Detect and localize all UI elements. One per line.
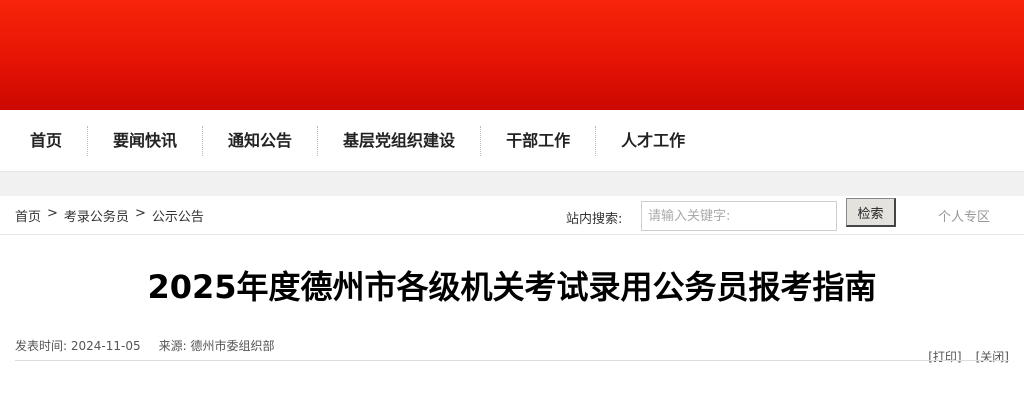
nav-item-home[interactable]: 首页 <box>0 110 87 172</box>
publish-date: 2024-11-05 <box>70 339 141 353</box>
breadcrumb-civil-servant-link[interactable]: 考录公务员 <box>64 206 129 225</box>
personal-area-link[interactable]: 个人专区 <box>938 206 990 225</box>
nav-item-party-building[interactable]: 基层党组织建设 <box>318 110 480 172</box>
breadcrumb-separator: > <box>47 206 58 221</box>
location-bar: 首页 > 考录公务员 > 公示公告 站内搜索: 检索 个人专区 <box>0 196 1024 235</box>
breadcrumb-separator: > <box>134 206 146 221</box>
meta-divider <box>15 360 1009 361</box>
nav-item-news[interactable]: 要闻快讯 <box>88 110 202 172</box>
breadcrumb-home-link[interactable]: 首页 <box>15 206 41 225</box>
search-label: 站内搜索: <box>566 212 623 227</box>
header-banner <box>0 0 1024 110</box>
source-label: 来源: <box>158 339 187 353</box>
source-info: 来源: 德州市委组织部 <box>159 337 275 354</box>
breadcrumb-announcement-link[interactable]: 公示公告 <box>152 206 204 225</box>
source-value: 德州市委组织部 <box>190 339 275 353</box>
search-input[interactable] <box>641 201 837 231</box>
close-link[interactable]: [关闭] <box>976 348 1009 365</box>
nav-item-notices[interactable]: 通知公告 <box>203 110 317 172</box>
main-nav: 首页 要闻快讯 通知公告 基层党组织建设 干部工作 人才工作 <box>0 110 1024 172</box>
breadcrumb: 首页 > 考录公务员 > 公示公告 <box>15 206 204 225</box>
nav-item-talent-work[interactable]: 人才工作 <box>596 110 710 172</box>
nav-item-cadre-work[interactable]: 干部工作 <box>481 110 595 172</box>
article-meta: 发表时间: 2024-11-05 来源: 德州市委组织部 <box>15 337 275 354</box>
divider-strip <box>0 172 1024 196</box>
article-tools: [打印] [关闭] <box>928 348 1009 365</box>
print-link[interactable]: [打印] <box>928 348 961 365</box>
article-title: 2025年度德州市各级机关考试录用公务员报考指南 <box>147 268 877 306</box>
publish-label: 发表时间: <box>15 339 68 353</box>
publish-info: 发表时间: 2024-11-05 <box>15 337 141 354</box>
search-button[interactable]: 检索 <box>846 198 896 227</box>
